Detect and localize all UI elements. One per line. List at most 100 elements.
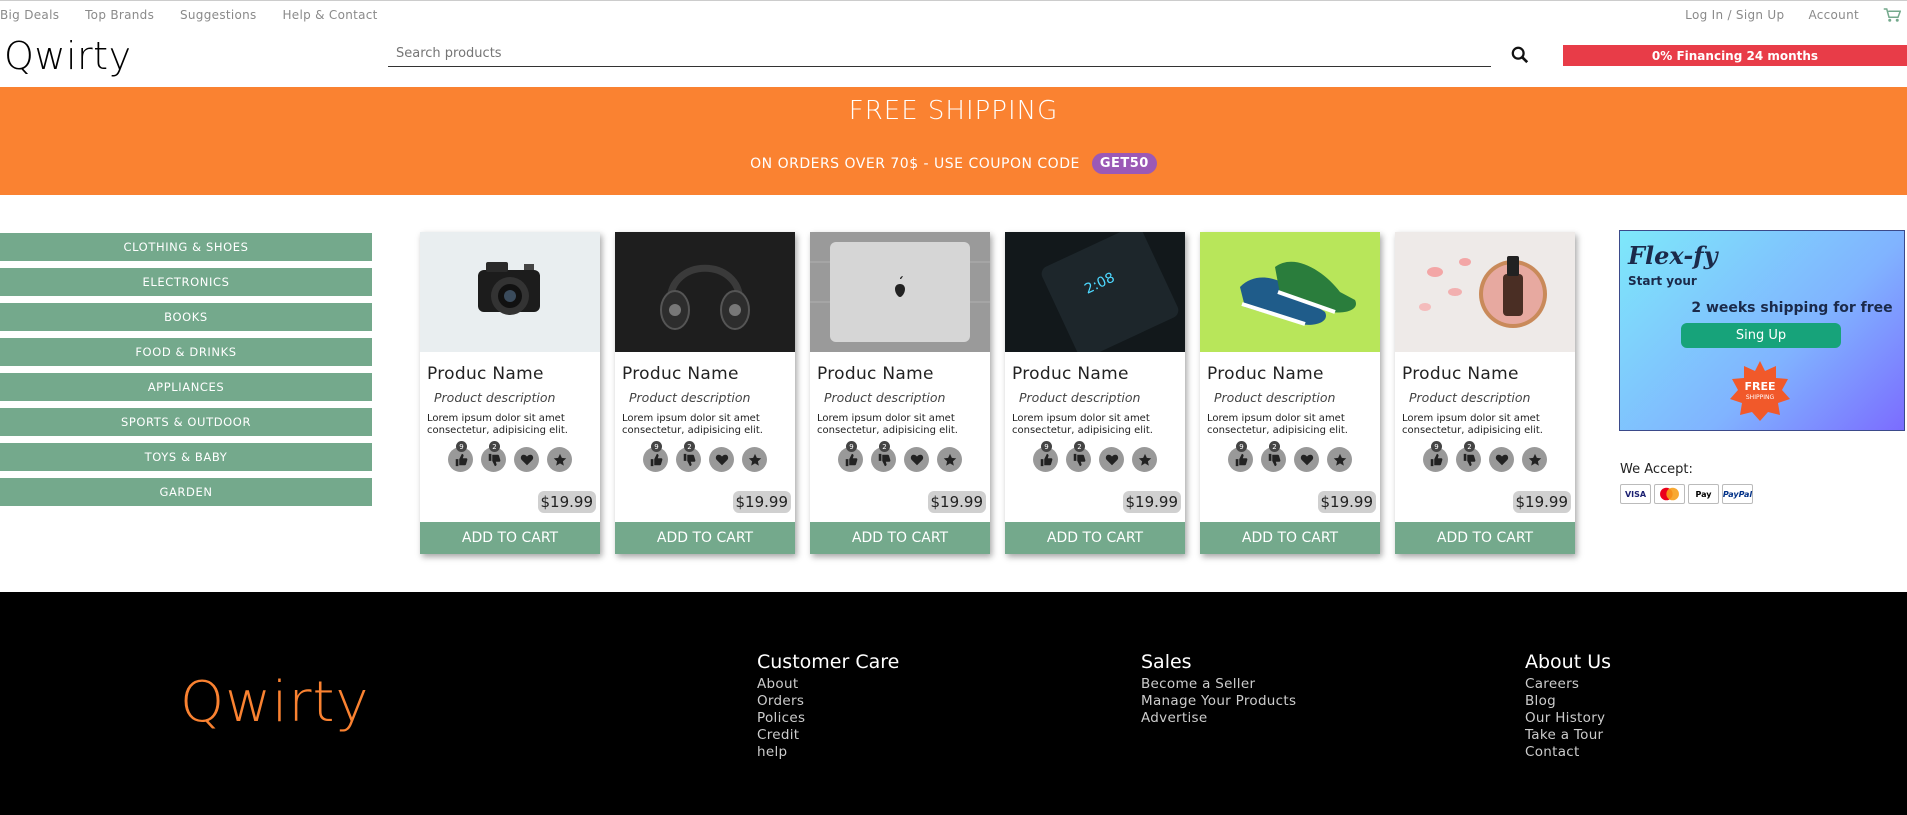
product-image-phone[interactable]: 2:08 <box>1005 232 1185 352</box>
category-clothing-shoes[interactable]: CLOTHING & SHOES <box>0 233 372 261</box>
category-books[interactable]: BOOKS <box>0 303 372 331</box>
star-icon[interactable] <box>937 447 962 472</box>
add-to-cart-button[interactable]: ADD TO CART <box>1005 522 1185 554</box>
ad-brand: Flex-fy <box>1628 241 1718 270</box>
footer-logo[interactable]: Qwirty <box>180 670 370 735</box>
financing-banner[interactable]: 0% Financing 24 months <box>1563 45 1907 66</box>
product-price: $19.99 <box>1512 491 1571 513</box>
thumbs-up-icon[interactable]: 9 <box>643 441 668 472</box>
heart-icon[interactable] <box>514 447 539 472</box>
logo[interactable]: Qwirty <box>4 34 132 78</box>
footer-link-advertise[interactable]: Advertise <box>1141 710 1296 727</box>
product-image-headphones[interactable] <box>615 232 795 352</box>
product-image-camera[interactable] <box>420 232 600 352</box>
thumbs-down-icon[interactable]: 2 <box>1066 441 1091 472</box>
footer-link-credit[interactable]: Credit <box>757 727 899 744</box>
search-icon[interactable] <box>1511 46 1529 64</box>
category-food-drinks[interactable]: FOOD & DRINKS <box>0 338 372 366</box>
product-card[interactable]: Produc Name Product description Lorem ip… <box>1200 232 1380 554</box>
footer-about-us: About Us Careers Blog Our History Take a… <box>1525 651 1611 761</box>
product-image-sneakers[interactable] <box>1200 232 1380 352</box>
thumbs-up-icon[interactable]: 9 <box>838 441 863 472</box>
footer-link-careers[interactable]: Careers <box>1525 676 1611 693</box>
add-to-cart-button[interactable]: ADD TO CART <box>615 522 795 554</box>
footer-link-take-tour[interactable]: Take a Tour <box>1525 727 1611 744</box>
search-input[interactable] <box>388 40 1491 66</box>
footer-link-blog[interactable]: Blog <box>1525 693 1611 710</box>
product-card[interactable]: Produc Name Product description Lorem ip… <box>615 232 795 554</box>
footer-link-manage-products[interactable]: Manage Your Products <box>1141 693 1296 710</box>
product-name[interactable]: Produc Name <box>427 364 600 384</box>
star-icon[interactable] <box>742 447 767 472</box>
product-name[interactable]: Produc Name <box>817 364 990 384</box>
thumbs-up-icon[interactable]: 9 <box>448 441 473 472</box>
paypal-icon: PayPal <box>1722 484 1753 504</box>
add-to-cart-button[interactable]: ADD TO CART <box>1395 522 1575 554</box>
product-description: Product description <box>434 390 556 405</box>
thumbs-up-icon[interactable]: 9 <box>1228 441 1253 472</box>
big-deals-link[interactable]: Big Deals <box>0 8 59 22</box>
header: Qwirty 0% Financing 24 months <box>0 28 1907 86</box>
footer-link-become-seller[interactable]: Become a Seller <box>1141 676 1296 693</box>
thumbs-down-icon[interactable]: 2 <box>1456 441 1481 472</box>
mastercard-icon <box>1654 484 1685 504</box>
category-electronics[interactable]: ELECTRONICS <box>0 268 372 296</box>
heart-icon[interactable] <box>1099 447 1124 472</box>
product-card[interactable]: Produc Name Product description Lorem ip… <box>1395 232 1575 554</box>
ad-headline: 2 weeks shipping for free <box>1691 300 1893 316</box>
like-count: 9 <box>846 441 857 452</box>
thumbs-down-icon[interactable]: 2 <box>481 441 506 472</box>
product-price: $19.99 <box>537 491 596 513</box>
top-brands-link[interactable]: Top Brands <box>85 8 154 22</box>
free-shipping-badge-icon: FREE SHIPPING <box>1730 361 1790 421</box>
account-link[interactable]: Account <box>1808 8 1859 22</box>
flexfy-ad[interactable]: Flex-fy Start your 2 weeks shipping for … <box>1619 230 1905 431</box>
heart-icon[interactable] <box>904 447 929 472</box>
product-name[interactable]: Produc Name <box>1012 364 1185 384</box>
product-actions: 9 2 <box>615 441 795 472</box>
ad-signup-button[interactable]: Sing Up <box>1681 323 1841 348</box>
product-name[interactable]: Produc Name <box>1402 364 1575 384</box>
star-icon[interactable] <box>1132 447 1157 472</box>
suggestions-link[interactable]: Suggestions <box>180 8 257 22</box>
dislike-count: 2 <box>1464 441 1475 452</box>
category-appliances[interactable]: APPLIANCES <box>0 373 372 401</box>
heart-icon[interactable] <box>1294 447 1319 472</box>
thumbs-down-icon[interactable]: 2 <box>676 441 701 472</box>
product-card[interactable]: 2:08 Produc Name Product description Lor… <box>1005 232 1185 554</box>
product-lorem: Lorem ipsum dolor sit amet consectetur, … <box>1402 413 1543 436</box>
cart-icon[interactable] <box>1883 7 1901 23</box>
product-image-bottle[interactable] <box>1395 232 1575 352</box>
category-sports-outdoor[interactable]: SPORTS & OUTDOOR <box>0 408 372 436</box>
star-icon[interactable] <box>547 447 572 472</box>
login-link[interactable]: Log In / Sign Up <box>1685 8 1784 22</box>
product-name[interactable]: Produc Name <box>1207 364 1380 384</box>
category-toys-baby[interactable]: TOYS & BABY <box>0 443 372 471</box>
add-to-cart-button[interactable]: ADD TO CART <box>810 522 990 554</box>
heart-icon[interactable] <box>709 447 734 472</box>
heart-icon[interactable] <box>1489 447 1514 472</box>
footer-link-polices[interactable]: Polices <box>757 710 899 727</box>
product-description: Product description <box>824 390 946 405</box>
star-icon[interactable] <box>1522 447 1547 472</box>
footer-link-contact[interactable]: Contact <box>1525 744 1611 761</box>
footer-link-about[interactable]: About <box>757 676 899 693</box>
product-card[interactable]: Produc Name Product description Lorem ip… <box>810 232 990 554</box>
account-links: Log In / Sign Up Account <box>1685 7 1907 23</box>
star-icon[interactable] <box>1327 447 1352 472</box>
thumbs-down-icon[interactable]: 2 <box>1261 441 1286 472</box>
help-contact-link[interactable]: Help & Contact <box>282 8 377 22</box>
category-garden[interactable]: GARDEN <box>0 478 372 506</box>
footer-link-our-history[interactable]: Our History <box>1525 710 1611 727</box>
product-image-laptop[interactable] <box>810 232 990 352</box>
add-to-cart-button[interactable]: ADD TO CART <box>420 522 600 554</box>
thumbs-down-icon[interactable]: 2 <box>871 441 896 472</box>
product-card[interactable]: Produc Name Product description Lorem ip… <box>420 232 600 554</box>
footer-link-help[interactable]: help <box>757 744 899 761</box>
footer-sales: Sales Become a Seller Manage Your Produc… <box>1141 651 1296 727</box>
thumbs-up-icon[interactable]: 9 <box>1033 441 1058 472</box>
product-name[interactable]: Produc Name <box>622 364 795 384</box>
add-to-cart-button[interactable]: ADD TO CART <box>1200 522 1380 554</box>
footer-link-orders[interactable]: Orders <box>757 693 899 710</box>
thumbs-up-icon[interactable]: 9 <box>1423 441 1448 472</box>
